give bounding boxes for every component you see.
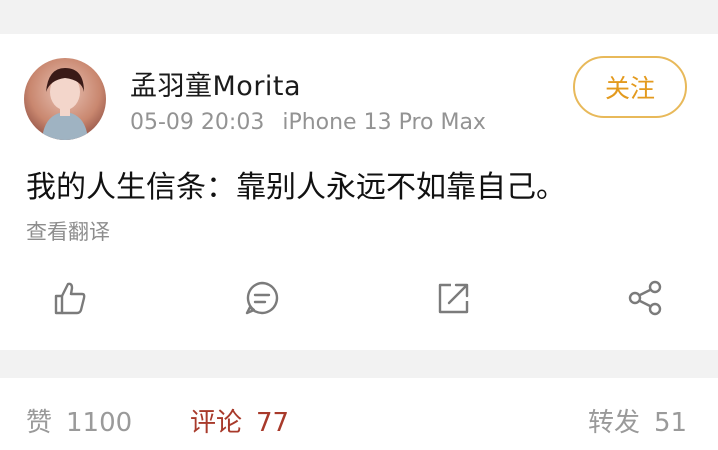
like-button[interactable] <box>50 278 90 318</box>
top-separator <box>0 0 718 34</box>
repost-button[interactable] <box>434 278 474 318</box>
share-network-icon <box>628 280 662 316</box>
reposts-label: 转发 <box>588 408 641 438</box>
post-card: v 孟羽童Morita 05-09 20:03 iPhone 13 Pro Max… <box>0 34 718 350</box>
comments-tab[interactable]: 评论 77 <box>190 402 289 439</box>
comments-count: 77 <box>256 408 290 438</box>
section-separator <box>0 350 718 378</box>
comments-label: 评论 <box>190 408 243 438</box>
post-text: 我的人生信条：靠别人永远不如靠自己。 <box>26 170 566 205</box>
reposts-count: 51 <box>654 408 688 438</box>
post-date: 05-09 20:03 <box>130 110 265 135</box>
likes-tab[interactable]: 赞 1100 <box>26 402 132 439</box>
reposts-tab[interactable]: 转发 51 <box>588 402 687 439</box>
avatar[interactable]: v <box>24 58 106 140</box>
share-button[interactable] <box>626 278 666 318</box>
avatar-portrait <box>42 68 88 140</box>
post-meta: 05-09 20:03 iPhone 13 Pro Max <box>130 110 486 135</box>
comment-button[interactable] <box>242 278 282 318</box>
likes-label: 赞 <box>26 408 53 438</box>
post-device: iPhone 13 Pro Max <box>282 110 486 135</box>
username[interactable]: 孟羽童Morita <box>130 64 301 103</box>
follow-button[interactable]: 关注 <box>573 56 687 118</box>
share-external-icon <box>438 283 469 314</box>
comment-icon <box>245 281 279 315</box>
likes-count: 1100 <box>66 408 133 438</box>
thumbs-up-icon <box>54 282 86 315</box>
translate-link[interactable]: 查看翻译 <box>26 216 110 246</box>
stats-bar: 赞 1100 评论 77 转发 51 <box>0 378 718 450</box>
